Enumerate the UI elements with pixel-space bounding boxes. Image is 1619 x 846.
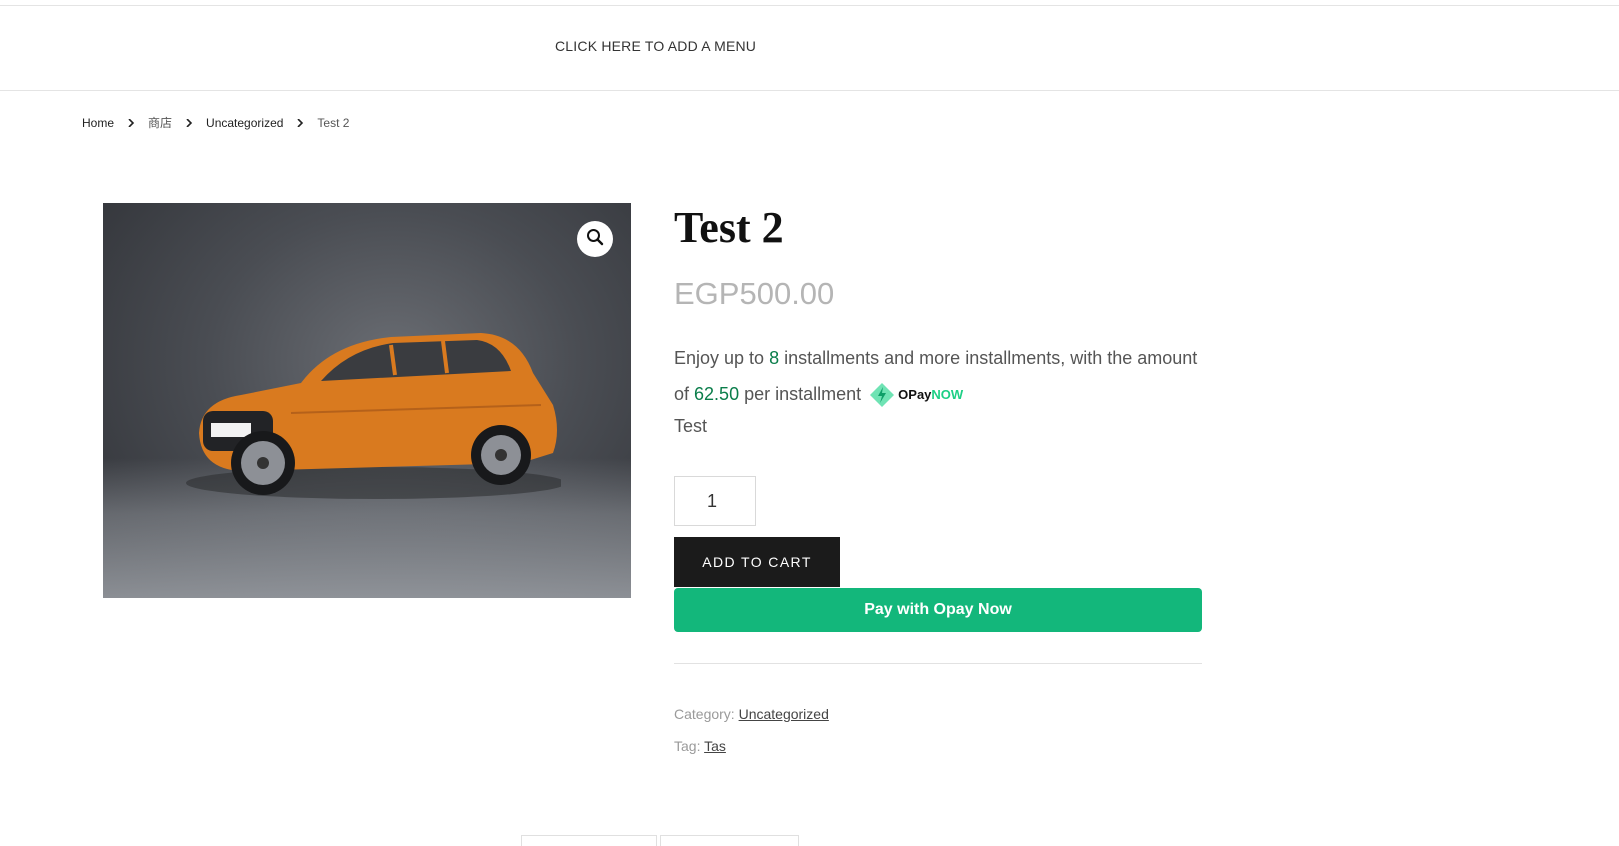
add-to-cart-button[interactable]: ADD TO CART (674, 537, 840, 587)
car-image (186, 333, 561, 499)
breadcrumb-category[interactable]: Uncategorized (206, 116, 283, 130)
breadcrumb: Home 商店 Uncategorized Test 2 (82, 114, 349, 131)
category-label: Category: (674, 706, 735, 722)
tab-reviews[interactable] (660, 835, 799, 846)
product-title: Test 2 (674, 203, 784, 252)
product-price: EGP500.00 (674, 276, 835, 311)
product-summary: Test 2 EGP500.00 Enjoy up to 8 installme… (674, 200, 1204, 439)
installments-text-before: Enjoy up to (674, 348, 765, 368)
installments-text-after: per installment (744, 384, 862, 404)
tag-label: Tag: (674, 738, 701, 754)
category-link[interactable]: Uncategorized (739, 706, 829, 722)
breadcrumb-home[interactable]: Home (82, 116, 114, 130)
magnifier-icon (586, 228, 604, 251)
breadcrumb-shop[interactable]: 商店 (148, 114, 172, 131)
chevron-right-icon (293, 116, 307, 130)
chevron-right-icon (124, 116, 138, 130)
zoom-button[interactable] (577, 221, 613, 257)
chevron-right-icon (182, 116, 196, 130)
tab-description[interactable] (521, 835, 657, 846)
opay-logo-now: NOW (931, 387, 964, 403)
opay-logo-icon: OPayNOW (870, 377, 963, 413)
installment-amount: 62.50 (694, 384, 740, 404)
meta-divider (674, 663, 1202, 664)
opay-logo-text: OPay (898, 387, 932, 403)
tag-link[interactable]: Tas (704, 738, 726, 754)
add-menu-link[interactable]: CLICK HERE TO ADD A MENU (555, 38, 756, 54)
product-category: Category: Uncategorized (674, 706, 829, 722)
installments-count: 8 (769, 348, 780, 368)
installments-info: Enjoy up to 8 installments and more inst… (674, 340, 1204, 413)
product-image[interactable] (103, 203, 631, 598)
quantity-input[interactable] (674, 476, 756, 526)
product-description: Test (674, 416, 708, 437)
product-tag: Tag: Tas (674, 738, 726, 754)
header-menu-bar: CLICK HERE TO ADD A MENU (0, 6, 1619, 91)
pay-with-opay-button[interactable]: Pay with Opay Now (674, 588, 1202, 632)
breadcrumb-current: Test 2 (317, 115, 350, 130)
